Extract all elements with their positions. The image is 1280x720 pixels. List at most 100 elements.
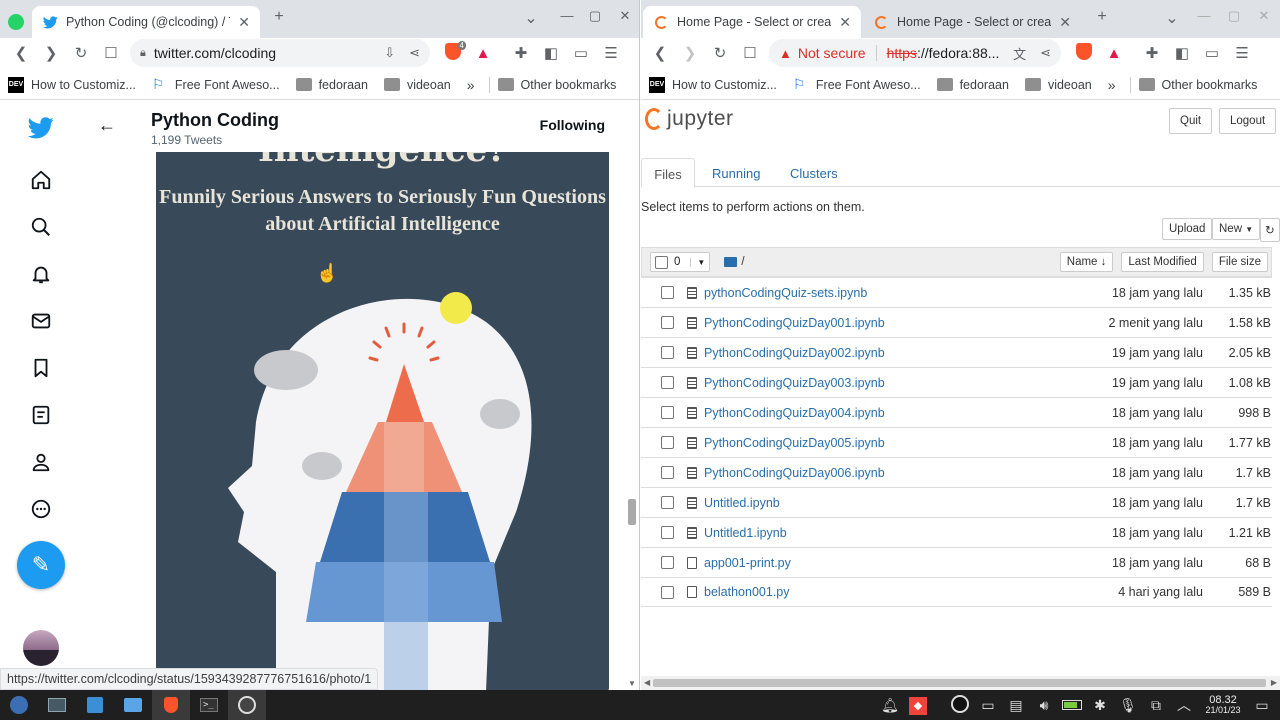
file-checkbox[interactable] [661, 406, 674, 419]
chevron-up-icon[interactable]: ︿ [1170, 695, 1198, 715]
screen-icon[interactable]: ⧉ [1142, 697, 1170, 714]
other-bookmarks-folder[interactable]: Other bookmarks [497, 78, 616, 92]
new-tab-button[interactable]: + [1091, 8, 1113, 26]
following-button[interactable]: Following [538, 113, 607, 137]
breadcrumb-path[interactable]: / [741, 256, 744, 268]
file-name-link[interactable]: pythonCodingQuiz-sets.ipynb [704, 286, 867, 300]
file-checkbox[interactable] [661, 376, 674, 389]
bookmark-item[interactable]: DEV How to Customiz... [649, 76, 777, 93]
terminal-icon[interactable]: >_ [190, 690, 228, 720]
file-row[interactable]: PythonCodingQuizDay003.ipynb 19 jam yang … [641, 367, 1272, 397]
extensions-icon[interactable]: ✚ [506, 44, 536, 62]
bookmarks-overflow-button[interactable]: » [1108, 77, 1116, 93]
file-name-link[interactable]: PythonCodingQuizDay005.ipynb [704, 436, 885, 450]
tab-jupyter-home-2[interactable]: Home Page - Select or create a n ✕ [863, 6, 1081, 38]
file-checkbox[interactable] [661, 526, 674, 539]
scroll-left-icon[interactable]: ◀ [644, 678, 650, 687]
sort-last-modified-button[interactable]: Last Modified [1121, 252, 1204, 272]
sort-name-button[interactable]: Name ↓ [1059, 252, 1114, 272]
bookmarks-icon[interactable] [28, 355, 54, 381]
file-name-link[interactable]: belathon001.py [704, 585, 790, 599]
tab-twitter[interactable]: Python Coding (@clcoding) / T ✕ [32, 6, 260, 38]
bluetooth-icon[interactable]: ✱ [1086, 697, 1114, 714]
tweet-media-image[interactable]: Intelligence? Funnily Serious Answers to… [156, 152, 609, 690]
scroll-right-icon[interactable]: ▶ [1271, 678, 1277, 687]
compose-tweet-button[interactable]: ✎ [17, 541, 65, 589]
folder-icon[interactable] [114, 690, 152, 720]
brave-rewards-icon[interactable]: ▲ [468, 45, 498, 62]
twitter-logo-icon[interactable] [28, 115, 54, 141]
scrollbar-thumb[interactable] [628, 499, 636, 525]
back-icon[interactable]: ❮ [6, 44, 36, 62]
brave-shields-icon[interactable] [1069, 42, 1099, 64]
refresh-button[interactable]: ↻ [1260, 218, 1280, 242]
show-desktop-icon[interactable]: ▭ [1248, 697, 1276, 714]
address-bar[interactable]: 🔒︎ twitter.com/clcoding ⇩ ⋖ [130, 39, 430, 67]
file-checkbox[interactable] [661, 585, 674, 599]
bookmark-folder[interactable]: videoan [383, 78, 451, 92]
new-dropdown-button[interactable]: New ▼ [1212, 218, 1261, 240]
system-monitor-icon[interactable] [38, 690, 76, 720]
upload-button[interactable]: Upload [1162, 218, 1213, 240]
volume-icon[interactable]: 🔊︎ [1030, 697, 1058, 714]
horizontal-scrollbar[interactable]: ◀ ▶ [641, 676, 1280, 690]
share-icon[interactable]: ⋖ [1040, 45, 1051, 61]
select-all-dropdown[interactable]: 0 ▼ [650, 252, 711, 272]
bell-icon[interactable]: 🔔︎ [876, 697, 904, 714]
file-checkbox[interactable] [661, 316, 674, 329]
file-name-link[interactable]: PythonCodingQuizDay002.ipynb [704, 346, 885, 360]
minimize-button[interactable]: — [556, 8, 578, 23]
anydesk-icon[interactable]: ◆ [904, 696, 932, 715]
file-row[interactable]: app001-print.py 18 jam yang lalu 68 B [641, 547, 1272, 577]
sidebar-icon[interactable]: ◧ [536, 44, 566, 62]
file-checkbox[interactable] [661, 436, 674, 449]
file-row[interactable]: PythonCodingQuizDay002.ipynb 19 jam yang … [641, 337, 1272, 367]
bookmark-item[interactable]: DEV How to Customiz... [8, 76, 136, 93]
maximize-button[interactable]: ▢ [1223, 8, 1245, 24]
file-name-link[interactable]: PythonCodingQuizDay003.ipynb [704, 376, 885, 390]
file-row[interactable]: PythonCodingQuizDay006.ipynb 18 jam yang … [641, 457, 1272, 487]
file-name-link[interactable]: PythonCodingQuizDay006.ipynb [704, 466, 885, 480]
other-bookmarks-folder[interactable]: Other bookmarks [1138, 78, 1257, 92]
file-checkbox[interactable] [661, 346, 674, 359]
file-name-link[interactable]: PythonCodingQuizDay004.ipynb [704, 406, 885, 420]
obs-tray-icon[interactable] [946, 694, 974, 716]
clock[interactable]: 08.32 21/01/23 [1198, 694, 1248, 716]
scroll-down-icon[interactable]: ▼ [628, 679, 636, 688]
microphone-icon[interactable]: 🎙︎ [1114, 697, 1142, 714]
file-checkbox[interactable] [661, 286, 674, 299]
menu-icon[interactable]: ☰ [1227, 44, 1257, 62]
file-name-link[interactable]: PythonCodingQuizDay001.ipynb [704, 316, 885, 330]
brave-rewards-icon[interactable]: ▲ [1099, 45, 1129, 62]
forward-icon[interactable]: ❯ [36, 44, 66, 62]
sort-file-size-button[interactable]: File size [1211, 252, 1268, 272]
bookmark-folder[interactable]: videoan [1024, 78, 1092, 92]
select-all-checkbox[interactable] [655, 255, 668, 269]
back-arrow-icon[interactable]: ← [98, 115, 116, 136]
tab-search-button[interactable]: ⌄ [1161, 8, 1183, 28]
page-scrollbar[interactable]: ▼ [625, 101, 639, 690]
jupyter-logo[interactable]: jupyter [645, 107, 734, 131]
file-checkbox[interactable] [661, 556, 674, 569]
battery-icon[interactable] [1058, 697, 1086, 713]
tab-close-button[interactable]: ✕ [839, 14, 851, 31]
display-icon[interactable]: ▭ [974, 697, 1002, 714]
maximize-button[interactable]: ▢ [584, 8, 606, 24]
bookmark-folder[interactable]: fedoraan [295, 78, 368, 92]
install-app-icon[interactable]: ⇩ [384, 45, 395, 61]
logout-button[interactable]: Logout [1219, 108, 1277, 134]
bookmark-item[interactable]: ⚐ Free Font Aweso... [152, 76, 280, 93]
messages-icon[interactable] [28, 308, 54, 334]
reload-icon[interactable]: ↻ [705, 44, 735, 62]
wallet-icon[interactable]: ▭ [1197, 44, 1227, 62]
bookmark-folder[interactable]: fedoraan [936, 78, 1009, 92]
wallet-icon[interactable]: ▭ [566, 44, 596, 62]
file-name-link[interactable]: app001-print.py [704, 556, 791, 570]
avatar[interactable] [23, 630, 59, 666]
extensions-icon[interactable]: ✚ [1137, 44, 1167, 62]
file-checkbox[interactable] [661, 466, 674, 479]
tab-close-button[interactable]: ✕ [238, 14, 250, 31]
home-icon[interactable] [28, 167, 54, 193]
forward-icon[interactable]: ❯ [675, 44, 705, 62]
bookmark-item[interactable]: ⚐ Free Font Aweso... [793, 76, 921, 93]
